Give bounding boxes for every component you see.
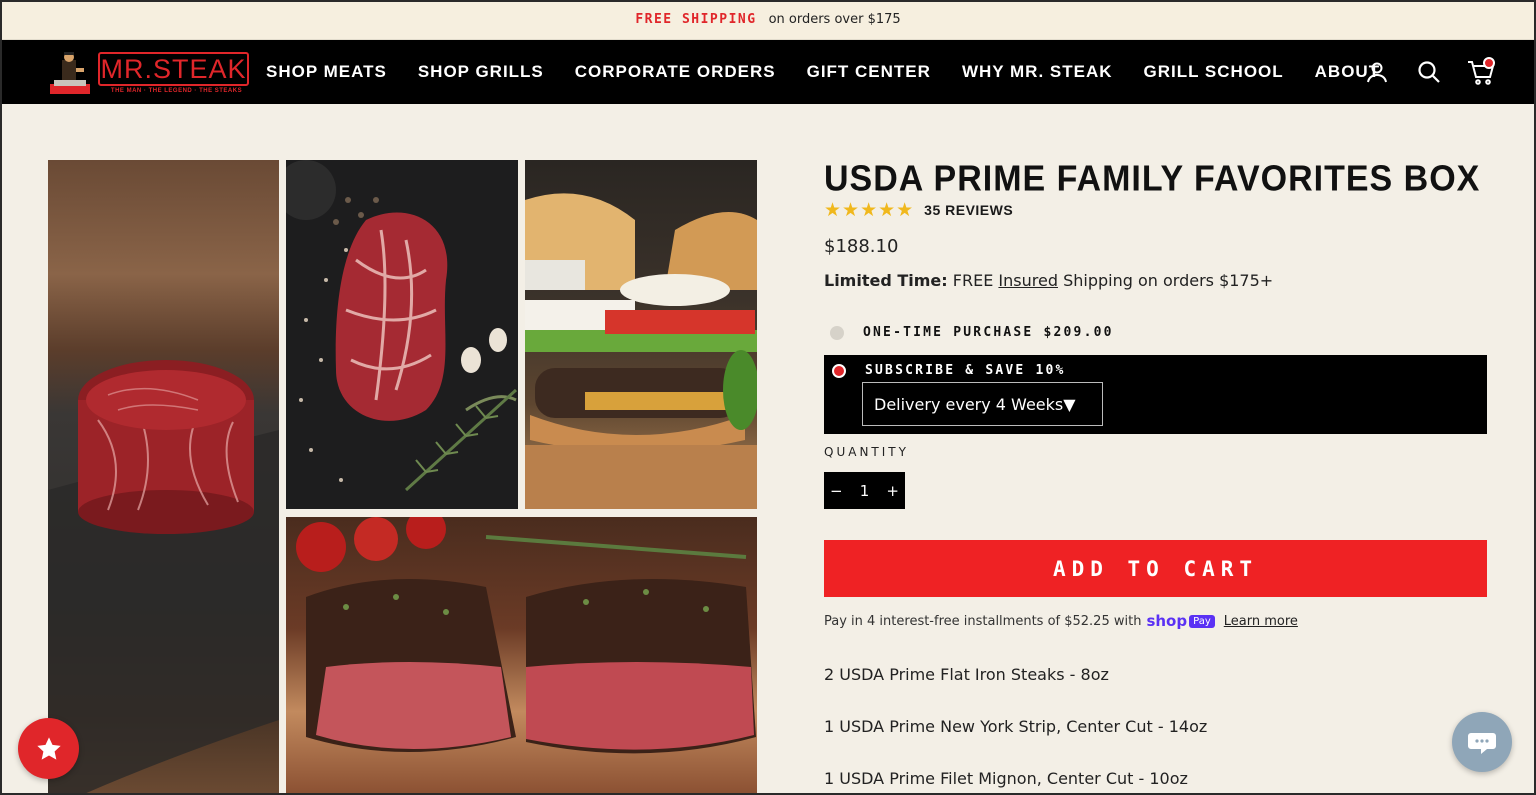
main-nav: SHOP MEATS SHOP GRILLS CORPORATE ORDERS … bbox=[266, 40, 1411, 104]
one-time-purchase-option[interactable]: ONE-TIME PURCHASE $209.00 bbox=[830, 325, 1114, 340]
chat-button[interactable] bbox=[1452, 712, 1512, 772]
sirloin-image[interactable] bbox=[286, 517, 757, 795]
delivery-frequency-select[interactable]: Delivery every 4 Weeks▼ bbox=[862, 382, 1103, 426]
site-header: MR.STEAK THE MAN · THE LEGEND · THE STEA… bbox=[0, 40, 1536, 104]
limited-shipping-text: Shipping on orders $175+ bbox=[1063, 271, 1274, 290]
quantity-value[interactable]: 1 bbox=[860, 482, 870, 500]
reviews-count[interactable]: 35 REVIEWS bbox=[924, 202, 1013, 218]
installments-text: Pay in 4 interest-free installments of $… bbox=[824, 613, 1142, 629]
installments-info: Pay in 4 interest-free installments of $… bbox=[824, 612, 1298, 630]
limited-time-shipping: Limited Time: FREE Insured Shipping on o… bbox=[824, 271, 1488, 290]
limited-time-label: Limited Time: bbox=[824, 271, 948, 290]
product-info: USDA PRIME FAMILY FAVORITES BOX ★★★★★ 35… bbox=[824, 159, 1488, 788]
star-rating-icon: ★★★★★ bbox=[824, 199, 915, 221]
burger-image[interactable] bbox=[525, 160, 757, 509]
quantity-label: QUANTITY bbox=[824, 445, 909, 459]
nav-shop-grills[interactable]: SHOP GRILLS bbox=[418, 62, 544, 82]
one-time-label: ONE-TIME PURCHASE $209.00 bbox=[863, 325, 1114, 340]
subscribe-option[interactable]: SUBSCRIBE & SAVE 10% Delivery every 4 We… bbox=[824, 355, 1487, 434]
cart-count-badge bbox=[1483, 57, 1495, 69]
add-to-cart-button[interactable]: ADD TO CART bbox=[824, 540, 1487, 597]
limited-free-text: FREE bbox=[952, 271, 994, 290]
header-icons bbox=[1340, 40, 1496, 104]
subscribe-label: SUBSCRIBE & SAVE 10% bbox=[865, 363, 1066, 378]
product-title: USDA PRIME FAMILY FAVORITES BOX bbox=[824, 159, 1481, 199]
product-price: $188.10 bbox=[824, 236, 899, 257]
insured-link[interactable]: Insured bbox=[998, 271, 1058, 290]
chat-icon bbox=[1468, 733, 1496, 754]
quantity-decrement-button[interactable]: − bbox=[830, 482, 843, 500]
shop-pay-logo: shop bbox=[1146, 612, 1188, 630]
nav-grill-school[interactable]: GRILL SCHOOL bbox=[1144, 62, 1284, 82]
list-item: 2 USDA Prime Flat Iron Steaks - 8oz bbox=[824, 665, 1109, 684]
product-rating[interactable]: ★★★★★ 35 REVIEWS bbox=[824, 199, 1488, 221]
account-icon[interactable] bbox=[1362, 57, 1392, 87]
ribeye-image[interactable] bbox=[286, 160, 518, 509]
star-icon bbox=[36, 736, 61, 760]
quantity-increment-button[interactable]: + bbox=[886, 482, 899, 500]
announcement-text: on orders over $175 bbox=[768, 12, 901, 27]
one-time-radio[interactable] bbox=[830, 325, 844, 340]
logo-tagline: THE MAN · THE LEGEND · THE STEAKS bbox=[110, 88, 243, 94]
list-item: 1 USDA Prime Filet Mignon, Center Cut - … bbox=[824, 769, 1188, 788]
nav-corporate-orders[interactable]: CORPORATE ORDERS bbox=[575, 62, 776, 82]
learn-more-link[interactable]: Learn more bbox=[1224, 614, 1298, 629]
site-logo[interactable]: MR.STEAK THE MAN · THE LEGEND · THE STEA… bbox=[48, 48, 250, 98]
shop-pay-badge: Pay bbox=[1189, 614, 1215, 628]
rewards-button[interactable] bbox=[18, 718, 79, 779]
announcement-bar: FREE SHIPPING on orders over $175 bbox=[0, 0, 1536, 40]
cart-icon[interactable] bbox=[1466, 57, 1496, 87]
search-icon[interactable] bbox=[1414, 57, 1444, 87]
product-gallery bbox=[48, 160, 757, 795]
nav-gift-center[interactable]: GIFT CENTER bbox=[807, 62, 931, 82]
list-item: 1 USDA Prime New York Strip, Center Cut … bbox=[824, 717, 1208, 736]
subscribe-radio[interactable] bbox=[832, 363, 846, 378]
free-shipping-label: FREE SHIPPING bbox=[635, 12, 757, 27]
nav-why-mr-steak[interactable]: WHY MR. STEAK bbox=[962, 62, 1113, 82]
nav-shop-meats[interactable]: SHOP MEATS bbox=[266, 62, 387, 82]
box-contents-list: 2 USDA Prime Flat Iron Steaks - 8oz 1 US… bbox=[824, 665, 1207, 795]
filet-mignon-image[interactable] bbox=[48, 160, 279, 795]
logo-figure-icon bbox=[50, 52, 90, 94]
logo-wordmark: MR.STEAK bbox=[98, 52, 249, 86]
quantity-stepper: − 1 + bbox=[824, 472, 905, 509]
